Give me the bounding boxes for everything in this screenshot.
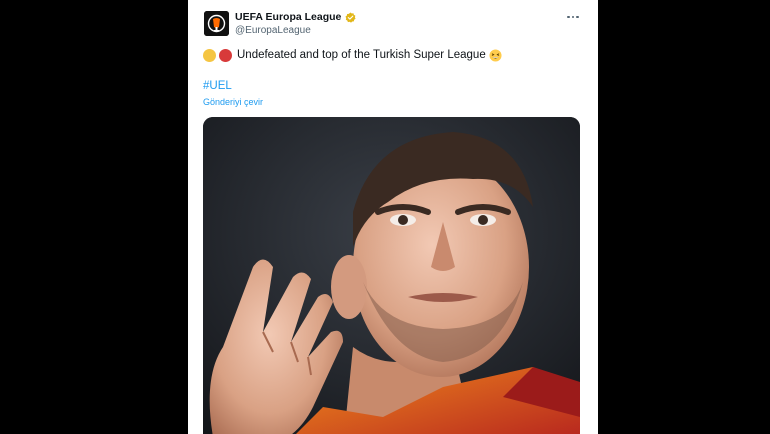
- more-options-icon: [567, 15, 570, 19]
- author-avatar[interactable]: [204, 11, 229, 36]
- translate-post-link[interactable]: Gönderiyi çevir: [203, 97, 263, 107]
- yellow-circle-emoji-icon: [203, 48, 216, 62]
- red-circle-emoji-icon: [219, 48, 232, 62]
- uefa-europa-league-logo-icon: [204, 11, 229, 36]
- tweet-card[interactable]: UEFA Europa League @EuropaLeague Undefea…: [188, 0, 598, 434]
- author-display-name[interactable]: UEFA Europa League: [235, 11, 341, 23]
- author-name-row: UEFA Europa League: [235, 10, 356, 24]
- more-options-dot: [576, 15, 579, 19]
- verified-badge-icon: [345, 11, 356, 23]
- tweet-photo[interactable]: [203, 117, 580, 434]
- author-handle[interactable]: @EuropaLeague: [235, 25, 311, 36]
- tweet-text: Undefeated and top of the Turkish Super …: [203, 47, 502, 63]
- screen: UEFA Europa League @EuropaLeague Undefea…: [0, 0, 770, 434]
- player-celebration-photo-icon: [203, 117, 580, 434]
- excited-face-emoji-icon: [489, 48, 502, 62]
- hashtag-link[interactable]: #UEL: [203, 80, 232, 92]
- more-options-button[interactable]: [563, 10, 583, 24]
- tweet-body-text: Undefeated and top of the Turkish Super …: [237, 49, 486, 61]
- more-options-dot: [571, 15, 575, 19]
